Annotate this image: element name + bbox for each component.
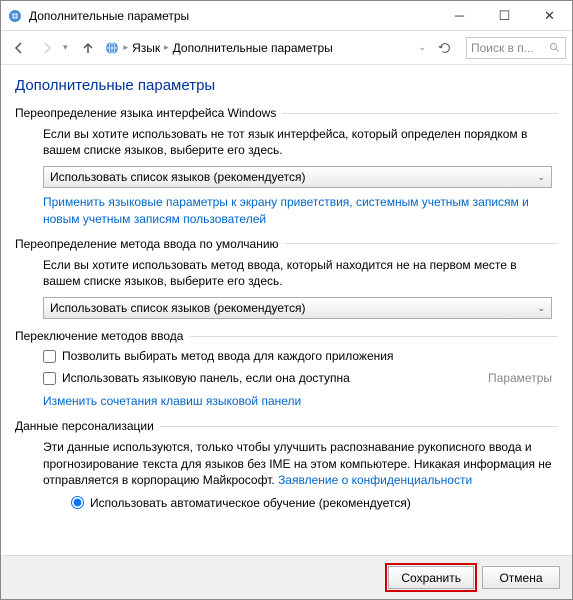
section-switching: Переключение методов ввода Позволить выб… [15, 329, 558, 409]
breadcrumb-current: Дополнительные параметры [173, 41, 333, 55]
breadcrumb: ▸ Язык ▸ Дополнительные параметры [104, 40, 415, 56]
section-description: Если вы хотите использовать метод ввода,… [43, 257, 552, 289]
arrow-left-icon [11, 40, 27, 56]
per-app-checkbox[interactable] [43, 350, 56, 363]
maximize-button[interactable]: ☐ [482, 1, 527, 31]
chevron-down-icon: ⌄ [537, 172, 545, 183]
forward-button[interactable] [35, 36, 59, 60]
chevron-down-icon: ⌄ [537, 303, 545, 314]
titlebar: Дополнительные параметры ─ ☐ ✕ [1, 1, 572, 31]
app-icon [7, 8, 23, 24]
section-header: Переопределение метода ввода по умолчани… [15, 237, 558, 251]
breadcrumb-parent[interactable]: Язык [132, 41, 160, 55]
section-personalization: Данные персонализации Эти данные использ… [15, 419, 558, 510]
close-button[interactable]: ✕ [527, 1, 572, 31]
refresh-icon [438, 41, 452, 55]
chevron-right-icon: ▸ [164, 42, 169, 53]
lang-bar-options-link[interactable]: Параметры [488, 371, 552, 385]
back-button[interactable] [7, 36, 31, 60]
up-button[interactable] [76, 36, 100, 60]
display-language-dropdown[interactable]: Использовать список языков (рекомендуетс… [43, 166, 552, 188]
page-title: Дополнительные параметры [15, 77, 558, 94]
input-method-dropdown[interactable]: Использовать список языков (рекомендуетс… [43, 297, 552, 319]
section-display-language: Переопределение языка интерфейса Windows… [15, 106, 558, 227]
per-app-label: Позволить выбирать метод ввода для каждо… [62, 349, 393, 363]
apply-to-welcome-link[interactable]: Применить языковые параметры к экрану пр… [43, 195, 529, 225]
lang-bar-checkbox[interactable] [43, 372, 56, 385]
arrow-up-icon [80, 40, 96, 56]
privacy-link[interactable]: Заявление о конфиденциальности [278, 473, 472, 487]
section-description: Эти данные используются, только чтобы ул… [43, 439, 552, 488]
section-input-method: Переопределение метода ввода по умолчани… [15, 237, 558, 319]
section-header: Данные персонализации [15, 419, 558, 433]
section-description: Если вы хотите использовать не тот язык … [43, 126, 552, 158]
content-area: Дополнительные параметры Переопределение… [1, 65, 572, 555]
refresh-button[interactable] [434, 37, 456, 59]
save-button[interactable]: Сохранить [388, 566, 474, 589]
chevron-right-icon: ▸ [124, 42, 129, 53]
auto-learning-radio[interactable] [71, 496, 84, 509]
search-input[interactable]: Поиск в п... [466, 37, 566, 59]
navbar: ▾ ▸ Язык ▸ Дополнительные параметры ⌄ По… [1, 31, 572, 65]
search-placeholder: Поиск в п... [471, 41, 534, 55]
arrow-right-icon [39, 40, 55, 56]
cancel-button[interactable]: Отмена [482, 566, 560, 589]
history-dropdown-icon[interactable]: ▾ [63, 42, 68, 53]
section-header: Переопределение языка интерфейса Windows [15, 106, 558, 120]
globe-icon [104, 40, 120, 56]
search-icon [549, 42, 561, 54]
crumb-dropdown-icon[interactable]: ⌄ [418, 42, 426, 53]
window-title: Дополнительные параметры [29, 9, 437, 23]
change-hotkeys-link[interactable]: Изменить сочетания клавиш языковой панел… [43, 394, 301, 408]
footer-bar: Сохранить Отмена [1, 555, 572, 599]
auto-learning-label: Использовать автоматическое обучение (ре… [90, 496, 411, 510]
minimize-button[interactable]: ─ [437, 1, 482, 31]
section-header: Переключение методов ввода [15, 329, 558, 343]
lang-bar-label: Использовать языковую панель, если она д… [62, 371, 350, 385]
